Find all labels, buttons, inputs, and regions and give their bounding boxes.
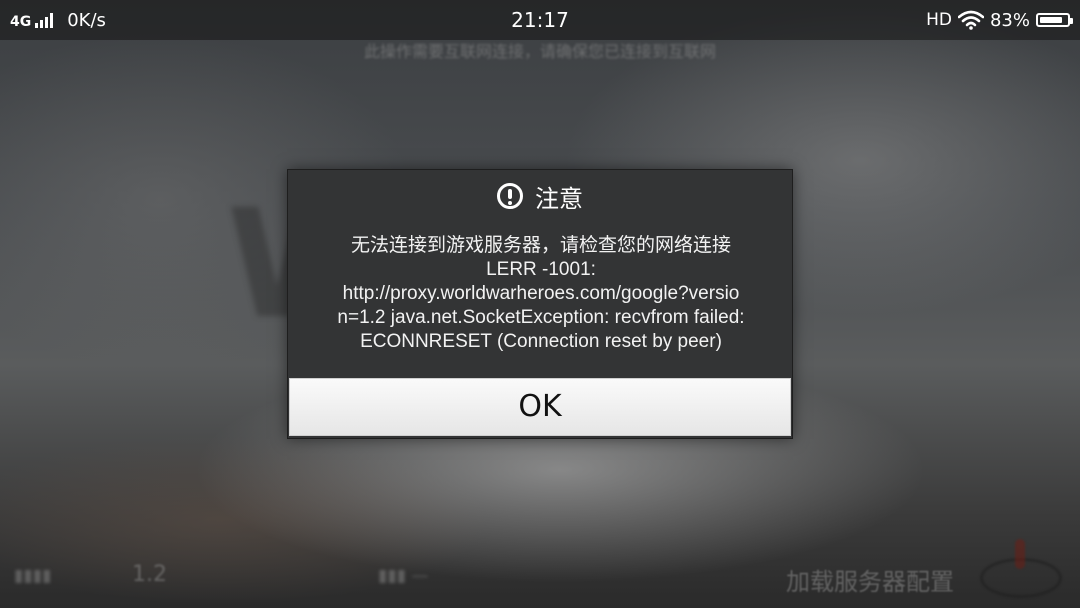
game-screen: WWR 此操作需要互联网连接，请确保您已连接到互联网 ▮▮▮▮ 1.2 ▮▮▮ … <box>0 0 1080 608</box>
alert-icon <box>497 183 523 209</box>
background-loading-text: 加载服务器配置 <box>786 568 954 596</box>
battery-icon <box>1036 13 1073 27</box>
hd-indicator: HD <box>926 10 952 30</box>
dialog-message: 无法连接到游戏服务器，请检查您的网络连接 LERR -1001: http://… <box>314 234 768 354</box>
battery-fill <box>1040 17 1062 23</box>
message-line: http://proxy.worldwarheroes.com/google?v… <box>342 283 740 304</box>
message-line: 无法连接到游戏服务器，请检查您的网络连接 <box>350 235 731 256</box>
message-line: n=1.2 java.net.SocketException: recvfrom… <box>337 307 745 328</box>
background-notice: 此操作需要互联网连接，请确保您已连接到互联网 <box>363 42 716 61</box>
dialog-title: 注意 <box>535 184 583 213</box>
ok-button[interactable]: OK <box>289 378 791 436</box>
background-center-label: ▮▮▮ — <box>378 566 429 586</box>
background-version-label: ▮▮▮▮ <box>14 566 52 586</box>
dialog-header: 注意 <box>288 176 792 216</box>
clock: 21:17 <box>511 8 569 32</box>
status-bar: 4G 0K/s 21:17 HD 83% <box>0 0 1080 40</box>
battery-percent: 83% <box>989 9 1030 31</box>
background-version-value: 1.2 <box>132 562 167 587</box>
message-line: LERR -1001: <box>486 259 596 280</box>
alert-dialog: 注意 无法连接到游戏服务器，请检查您的网络连接 LERR -1001: http… <box>287 169 793 439</box>
joystick-icon <box>980 539 1062 598</box>
wifi-icon <box>957 10 984 30</box>
status-bar-right: HD 83% <box>926 0 1073 40</box>
message-line: ECONNRESET (Connection reset by peer) <box>360 331 722 352</box>
